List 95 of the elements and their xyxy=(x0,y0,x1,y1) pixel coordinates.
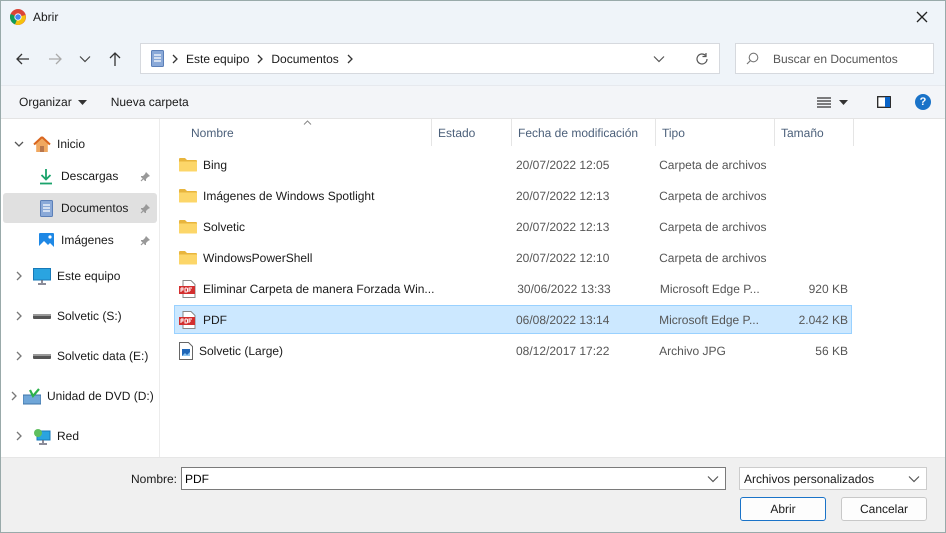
new-folder-button[interactable]: Nueva carpeta xyxy=(104,92,195,112)
dropdown-icon[interactable] xyxy=(653,54,665,62)
help-button[interactable]: ? xyxy=(915,94,931,110)
sidebar-item[interactable]: Este equipo xyxy=(3,257,157,295)
browser-logo-icon xyxy=(10,8,26,24)
image-file-icon xyxy=(179,342,193,360)
pin-icon xyxy=(140,202,151,214)
organize-button[interactable]: Organizar xyxy=(13,92,93,112)
file-name[interactable]: PDF xyxy=(175,306,432,333)
disc-drive-icon xyxy=(23,388,41,404)
refresh-icon[interactable] xyxy=(695,52,709,66)
home-icon xyxy=(33,136,51,152)
chevron-right-icon xyxy=(172,54,178,64)
file-name[interactable]: Bing xyxy=(175,151,432,178)
table-cell-text: Carpeta de archivos xyxy=(658,218,768,236)
file-type-dropdown[interactable]: Archivos personalizados xyxy=(739,467,927,490)
document-icon xyxy=(40,200,52,216)
caret-icon xyxy=(78,100,87,104)
drive-icon xyxy=(33,352,51,360)
table-cell-text: Microsoft Edge P... xyxy=(658,312,760,328)
monitor-icon xyxy=(33,268,51,284)
file-name[interactable]: Solvetic xyxy=(175,213,432,240)
sidebar-item[interactable]: Unidad de DVD (D:) xyxy=(3,377,157,415)
table-cell-text: 2.042 KB xyxy=(798,312,849,328)
sidebar-item[interactable]: Descargas xyxy=(3,161,157,191)
table-cell-text: 08/12/2017 17:22 xyxy=(514,342,610,360)
sidebar-item[interactable]: Red xyxy=(3,417,157,455)
chevron-right-icon xyxy=(257,54,264,64)
chevron-right-icon xyxy=(346,54,353,64)
file-name-field[interactable]: PDF xyxy=(181,467,726,490)
selected-row[interactable]: PDF 06/08/2022 13:14 Microsoft Edge P... 2.042 KB xyxy=(174,305,852,334)
table-cell-text: 20/07/2022 12:13 xyxy=(514,218,610,236)
column-header[interactable]: Tamaño xyxy=(775,119,854,146)
table-cell-text: Carpeta de archivos xyxy=(658,188,768,204)
expand-icon[interactable] xyxy=(16,351,22,361)
file-name[interactable]: WindowsPowerShell xyxy=(175,244,432,271)
back-icon[interactable] xyxy=(15,50,31,66)
window-title: Abrir xyxy=(33,10,58,24)
column-header[interactable]: Estado xyxy=(432,119,512,146)
table-cell-text: 06/08/2022 13:14 xyxy=(514,312,610,328)
sidebar-item[interactable]: Inicio xyxy=(3,129,157,159)
pin-icon xyxy=(140,170,151,182)
breadcrumb[interactable]: Documentos xyxy=(271,52,339,66)
download-icon xyxy=(39,168,53,184)
folder-icon xyxy=(179,188,197,203)
pictures-icon xyxy=(38,232,54,248)
table-cell-text: Carpeta de archivos xyxy=(658,156,768,174)
network-icon xyxy=(33,428,51,444)
open-button[interactable]: Abrir xyxy=(740,497,826,521)
file-name[interactable]: Solvetic (Large) xyxy=(175,337,432,364)
table-cell-text: 30/06/2022 13:33 xyxy=(516,280,612,298)
table-cell-text: 56 KB xyxy=(814,342,849,360)
expand-icon[interactable] xyxy=(16,311,22,321)
table-cell-text: Microsoft Edge P... xyxy=(658,280,761,298)
dropdown-icon[interactable] xyxy=(908,474,920,482)
pdf-file-icon xyxy=(179,310,197,328)
breadcrumb[interactable]: Este equipo xyxy=(186,52,250,66)
pin-icon xyxy=(140,234,151,246)
list-view-icon[interactable] xyxy=(817,96,831,108)
table-cell-text: 920 KB xyxy=(808,280,849,298)
expand-icon[interactable] xyxy=(16,271,22,281)
collapse-icon[interactable] xyxy=(14,141,24,147)
table-cell-text: 20/07/2022 12:13 xyxy=(514,188,610,204)
column-header[interactable]: Nombre xyxy=(174,119,432,146)
search-icon xyxy=(746,52,759,65)
up-icon[interactable] xyxy=(107,50,123,66)
table-cell-text: Carpeta de archivos xyxy=(658,250,768,266)
folder-icon xyxy=(179,250,197,265)
address-bar[interactable]: Este equipo Documentos xyxy=(140,43,720,74)
column-header[interactable]: Fecha de modificación xyxy=(512,119,656,146)
location-icon xyxy=(151,50,164,67)
drive-icon xyxy=(33,312,51,320)
cancel-button[interactable]: Cancelar xyxy=(841,497,927,521)
expand-icon[interactable] xyxy=(16,431,22,441)
pdf-file-icon xyxy=(179,280,197,298)
file-name[interactable]: Imágenes de Windows Spotlight xyxy=(175,182,432,209)
preview-pane-icon[interactable] xyxy=(877,96,891,108)
table-cell-text: 20/07/2022 12:10 xyxy=(514,250,610,266)
dropdown-icon[interactable] xyxy=(707,474,719,482)
file-name[interactable]: Eliminar Carpeta de manera Forzada Win... xyxy=(175,275,433,302)
table-cell-text: 20/07/2022 12:05 xyxy=(514,156,610,174)
expand-icon[interactable] xyxy=(11,391,17,401)
sidebar-item[interactable]: Documentos xyxy=(3,193,157,223)
sidebar-item[interactable]: Imágenes xyxy=(3,225,157,255)
search-field[interactable]: Buscar en Documentos xyxy=(735,43,934,74)
folder-icon xyxy=(179,157,197,172)
caret-icon xyxy=(839,100,848,104)
column-header[interactable]: Tipo xyxy=(656,119,775,146)
table-cell-text: Archivo JPG xyxy=(658,342,727,360)
close-icon[interactable] xyxy=(916,10,928,22)
name-label: Nombre: xyxy=(130,472,177,486)
folder-icon xyxy=(179,219,197,234)
sidebar-item[interactable]: Solvetic data (E:) xyxy=(3,337,157,375)
sidebar-item[interactable]: Solvetic (S:) xyxy=(3,297,157,335)
recent-locations-icon[interactable] xyxy=(79,54,91,62)
